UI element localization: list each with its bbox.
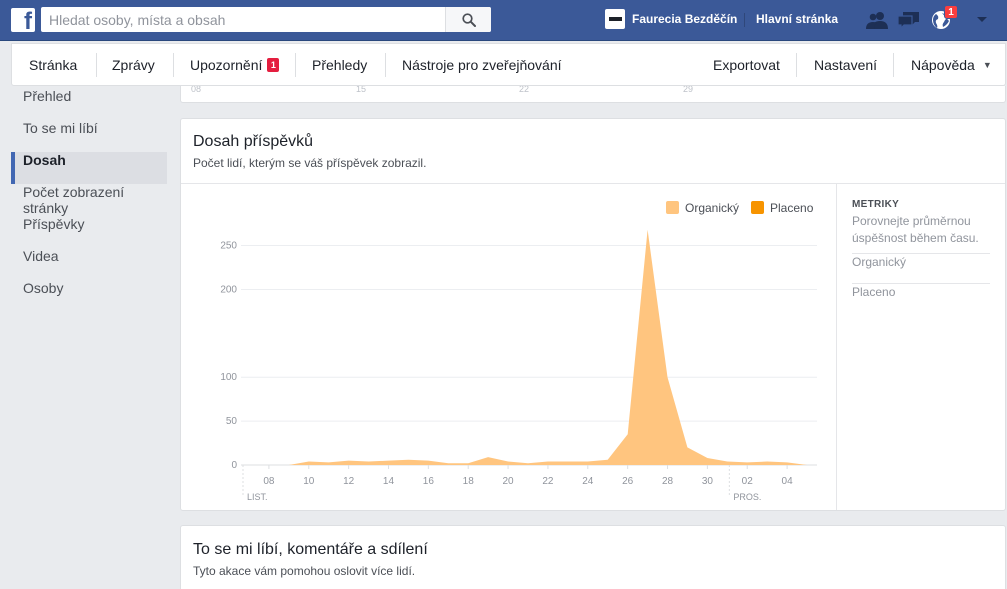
x-tick-label: 22 bbox=[542, 476, 554, 487]
month-label: PROS. bbox=[733, 492, 761, 502]
y-tick-label: 250 bbox=[220, 241, 237, 252]
nav-publishing-tools-label: Nástroje pro zveřejňování bbox=[402, 56, 562, 73]
nav-messages[interactable]: Zprávy bbox=[112, 44, 155, 85]
sidebar-item-people[interactable]: Osoby bbox=[11, 280, 171, 312]
x-tick-label: 30 bbox=[702, 476, 714, 487]
friend-requests-icon[interactable] bbox=[865, 9, 889, 31]
engagement-card: To se mi líbí, komentáře a sdílení Tyto … bbox=[180, 525, 1006, 589]
nav-separator bbox=[796, 53, 797, 77]
page-avatar[interactable] bbox=[605, 9, 625, 29]
home-link[interactable]: Hlavní stránka bbox=[756, 12, 838, 26]
nav-export-label: Exportovat bbox=[713, 56, 780, 73]
nav-separator bbox=[385, 53, 386, 77]
sidebar-item-likes[interactable]: To se mi líbí bbox=[11, 120, 171, 152]
previous-chart-tick: 15 bbox=[356, 86, 367, 94]
post-reach-card: Dosah příspěvků Počet lidí, kterým se vá… bbox=[180, 118, 1006, 511]
nav-notifications[interactable]: Upozornění 1 bbox=[190, 44, 280, 85]
x-tick-label: 02 bbox=[742, 476, 754, 487]
nav-insights-label: Přehledy bbox=[312, 56, 368, 73]
account-menu-chevron-icon[interactable] bbox=[970, 9, 994, 31]
metric-paid[interactable]: Placeno bbox=[852, 284, 990, 314]
nav-help[interactable]: Nápověda ▼ bbox=[911, 44, 992, 85]
legend-swatch bbox=[751, 201, 764, 214]
y-tick-label: 200 bbox=[220, 284, 237, 295]
x-tick-label: 20 bbox=[503, 476, 515, 487]
previous-chart-card: 08 15 22 29 bbox=[180, 86, 1006, 103]
metric-organic[interactable]: Organický bbox=[852, 254, 990, 284]
sidebar-item-reach[interactable]: Dosah bbox=[11, 152, 167, 184]
post-reach-chart: 0 50 100 200 250 08 10 12 14 16 18 20 22 24 26 28 30 02 04… bbox=[181, 184, 836, 510]
x-tick-label: 18 bbox=[463, 476, 475, 487]
search-icon bbox=[461, 12, 476, 27]
page-admin-nav: Stránka Zprávy Upozornění 1 Přehledy Nás… bbox=[11, 43, 1006, 86]
facebook-logo-icon[interactable]: f bbox=[11, 8, 35, 34]
metrics-panel: METRIKY Porovnejte průměrnou úspěšnost b… bbox=[836, 184, 1005, 510]
nav-separator bbox=[295, 53, 296, 77]
nav-page-label: Stránka bbox=[29, 56, 78, 73]
nav-settings-label: Nastavení bbox=[814, 56, 878, 73]
page-name-link[interactable]: Faurecia Bezděčín bbox=[632, 12, 737, 26]
post-reach-title: Dosah příspěvků bbox=[193, 133, 314, 150]
notifications-badge: 1 bbox=[944, 5, 958, 19]
nav-notifications-badge: 1 bbox=[267, 57, 280, 72]
top-bar: f Faurecia Bezděčín Hlavní stránka bbox=[0, 0, 1007, 41]
post-reach-subtitle: Počet lidí, kterým se váš příspěvek zobr… bbox=[193, 156, 427, 170]
nav-publishing-tools[interactable]: Nástroje pro zveřejňování bbox=[402, 44, 562, 85]
legend-label: Placeno bbox=[770, 201, 814, 215]
x-tick-label: 16 bbox=[423, 476, 435, 487]
nav-insights[interactable]: Přehledy bbox=[312, 44, 367, 85]
nav-settings[interactable]: Nastavení bbox=[814, 44, 877, 85]
post-reach-chart-svg: 0 50 100 200 250 08 10 12 14 16 18 20 22 24 26 28 30 02 04… bbox=[220, 201, 817, 502]
y-tick-label: 50 bbox=[226, 416, 238, 427]
x-tick-label: 08 bbox=[263, 476, 275, 487]
nav-help-label: Nápověda bbox=[911, 56, 975, 73]
nav-separator bbox=[893, 53, 894, 77]
y-tick-label: 100 bbox=[220, 372, 237, 383]
x-tick-label: 28 bbox=[662, 476, 674, 487]
caret-down-icon: ▼ bbox=[982, 59, 992, 70]
metrics-description: Porovnejte průměrnou úspěšnost během čas… bbox=[852, 213, 990, 254]
x-tick-label: 04 bbox=[782, 476, 794, 487]
month-label: LIST. bbox=[247, 492, 268, 502]
nav-notifications-label: Upozornění bbox=[190, 56, 263, 73]
messages-icon[interactable] bbox=[897, 9, 921, 31]
sidebar-item-page-views[interactable]: Počet zobrazení stránky bbox=[11, 184, 171, 216]
nav-export[interactable]: Exportovat bbox=[713, 44, 780, 85]
x-tick-label: 10 bbox=[303, 476, 315, 487]
nav-page[interactable]: Stránka bbox=[29, 44, 77, 85]
legend-label: Organický bbox=[685, 201, 739, 215]
x-tick-label: 14 bbox=[383, 476, 395, 487]
sidebar-item-posts[interactable]: Příspěvky bbox=[11, 216, 171, 248]
nav-separator bbox=[173, 53, 174, 77]
previous-chart-tick: 29 bbox=[683, 86, 694, 94]
nav-messages-label: Zprávy bbox=[112, 56, 155, 73]
search-button[interactable] bbox=[445, 7, 491, 32]
top-divider bbox=[744, 13, 745, 27]
sidebar-item-videos[interactable]: Videa bbox=[11, 248, 171, 280]
x-tick-label: 12 bbox=[343, 476, 355, 487]
search-box bbox=[41, 7, 491, 32]
nav-separator bbox=[96, 53, 97, 77]
search-input[interactable] bbox=[41, 7, 445, 32]
metrics-title: METRIKY bbox=[852, 199, 900, 210]
x-tick-label: 26 bbox=[622, 476, 634, 487]
previous-chart-tick: 22 bbox=[519, 86, 530, 94]
engagement-subtitle: Tyto akace vám pomohou oslovit více lidí… bbox=[193, 564, 416, 578]
insights-sidebar: Přehled To se mi líbí Dosah Počet zobraz… bbox=[11, 88, 171, 312]
organic-area bbox=[268, 229, 807, 465]
engagement-title: To se mi líbí, komentáře a sdílení bbox=[193, 541, 428, 558]
sidebar-item-overview[interactable]: Přehled bbox=[11, 88, 171, 120]
y-tick-label: 0 bbox=[231, 460, 237, 471]
legend-swatch bbox=[666, 201, 679, 214]
x-tick-label: 24 bbox=[582, 476, 594, 487]
previous-chart-tick: 08 bbox=[191, 86, 202, 94]
